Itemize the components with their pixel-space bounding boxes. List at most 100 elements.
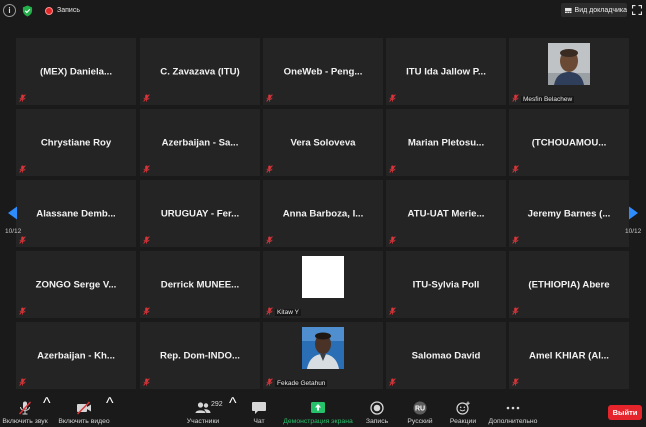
participant-name: Kitaw Y	[275, 309, 301, 316]
reactions-smiley-icon	[456, 401, 470, 415]
muted-mic-icon	[512, 307, 519, 315]
muted-mic-icon	[512, 236, 519, 244]
participant-name: Azerbaijan - Sa...	[161, 137, 239, 148]
language-interpretation-button[interactable]: RU Русский	[404, 395, 436, 427]
participant-name: URUGUAY - Fer...	[160, 208, 240, 219]
participant-name: ATU-UAT Merie...	[407, 208, 485, 219]
muted-mic-icon	[18, 401, 32, 415]
unmute-button[interactable]: Включить звук	[2, 395, 48, 427]
participant-name: Marian Pletosu...	[407, 137, 485, 148]
muted-mic-icon	[19, 236, 26, 244]
participant-tile[interactable]: Azerbaijan - Kh...	[16, 322, 136, 389]
muted-mic-icon	[266, 94, 273, 102]
participant-video-thumbnail	[302, 327, 344, 369]
view-button[interactable]: Вид докладчика	[561, 3, 627, 17]
share-screen-label: Демонстрация экрана	[283, 418, 353, 425]
participant-tile[interactable]: C. Zavazava (ITU)	[140, 38, 260, 105]
participant-tile[interactable]: Mesfin Belachew	[509, 38, 629, 105]
participant-tile[interactable]: Marian Pletosu...	[386, 109, 506, 176]
participant-tile[interactable]: ITU-Sylvia Poll	[386, 251, 506, 318]
participant-tile[interactable]: Fekade Getahun	[263, 322, 383, 389]
record-button[interactable]: Запись	[362, 395, 392, 427]
muted-mic-icon	[143, 307, 150, 315]
video-options-chevron-up-icon[interactable]: ^	[106, 395, 114, 427]
participant-tile[interactable]: Jeremy Barnes (...	[509, 180, 629, 247]
participant-tile[interactable]: Azerbaijan - Sa...	[140, 109, 260, 176]
participant-tile[interactable]: ITU Ida Jallow P...	[386, 38, 506, 105]
participant-tile[interactable]: Alassane Demb...	[16, 180, 136, 247]
participant-tile[interactable]: URUGUAY - Fer...	[140, 180, 260, 247]
participant-name: Derrick MUNEE...	[160, 279, 240, 290]
leave-meeting-button[interactable]: Выйти	[608, 405, 642, 420]
fullscreen-icon[interactable]	[632, 5, 642, 15]
muted-mic-icon	[389, 378, 396, 386]
recording-indicator[interactable]: Запись	[45, 6, 80, 15]
reactions-button[interactable]: Реакции	[448, 395, 478, 427]
speaker-view-icon	[565, 7, 572, 13]
participant-name: Fekade Getahun	[275, 380, 328, 387]
record-icon	[370, 401, 384, 415]
muted-mic-icon	[389, 94, 396, 102]
muted-mic-icon	[19, 94, 26, 102]
participant-name: Salomao David	[411, 350, 481, 361]
muted-mic-icon	[19, 307, 26, 315]
participant-tile[interactable]: Salomao David	[386, 322, 506, 389]
more-button[interactable]: Дополнительно	[489, 395, 537, 427]
participant-tile[interactable]: Kitaw Y	[263, 251, 383, 318]
top-bar: i Запись Вид докладчика	[0, 0, 646, 22]
participant-name: Anna Barboza, I...	[282, 208, 364, 219]
language-globe-icon: RU	[413, 401, 427, 415]
top-bar-left: i Запись	[3, 4, 80, 17]
muted-mic-icon	[389, 236, 396, 244]
participants-count: 292	[211, 401, 223, 408]
participant-tile[interactable]: Derrick MUNEE...	[140, 251, 260, 318]
view-label: Вид докладчика	[574, 6, 627, 14]
participant-tile[interactable]: ATU-UAT Merie...	[386, 180, 506, 247]
unmute-label: Включить звук	[2, 418, 48, 425]
page-indicator-right: 10/12	[625, 228, 642, 235]
participants-options-chevron-up-icon[interactable]: ^	[229, 395, 237, 427]
participant-name: Rep. Dom-INDO...	[160, 350, 240, 361]
participant-tile[interactable]: Vera Soloveva	[263, 109, 383, 176]
muted-mic-icon	[266, 307, 273, 315]
participant-tile[interactable]: OneWeb - Peng...	[263, 38, 383, 105]
participants-icon	[195, 402, 211, 413]
chat-button[interactable]: Чат	[245, 395, 273, 427]
shield-icon[interactable]	[22, 5, 33, 17]
participants-label: Участники	[186, 418, 220, 425]
participant-name: Azerbaijan - Kh...	[37, 350, 115, 361]
participant-tile[interactable]: ZONGO Serge V...	[16, 251, 136, 318]
muted-mic-icon	[143, 165, 150, 173]
participant-tile[interactable]: (TCHOUAMOU...	[509, 109, 629, 176]
participant-name: Vera Soloveva	[290, 137, 356, 148]
participants-button[interactable]: Участники	[185, 395, 221, 427]
more-dots-icon	[506, 406, 520, 410]
participant-tile[interactable]: (ETHIOPIA) Abere	[509, 251, 629, 318]
language-code: RU	[415, 406, 425, 413]
mic-options-chevron-up-icon[interactable]: ^	[43, 395, 51, 427]
chat-bubble-icon	[252, 402, 266, 414]
share-screen-button[interactable]: Демонстрация экрана	[283, 395, 353, 427]
muted-mic-icon	[266, 378, 273, 386]
muted-mic-icon	[512, 165, 519, 173]
previous-page-arrow-icon[interactable]	[7, 206, 18, 220]
participant-name: Jeremy Barnes (...	[527, 208, 611, 219]
share-screen-icon	[311, 402, 325, 413]
info-icon[interactable]: i	[3, 4, 16, 17]
participant-tile[interactable]: Amel KHIAR (Al...	[509, 322, 629, 389]
muted-mic-icon	[19, 165, 26, 173]
start-video-button[interactable]: Включить видео	[56, 395, 112, 427]
participant-tile[interactable]: Chrystiane Roy	[16, 109, 136, 176]
next-page-arrow-icon[interactable]	[628, 206, 639, 220]
participant-tile[interactable]: Anna Barboza, I...	[263, 180, 383, 247]
participant-name: (TCHOUAMOU...	[531, 137, 607, 148]
muted-mic-icon	[19, 378, 26, 386]
participant-name: ITU Ida Jallow P...	[406, 66, 486, 77]
participant-name: Chrystiane Roy	[40, 137, 112, 148]
video-off-icon	[76, 401, 91, 415]
participant-tile[interactable]: (MEX) Daniela...	[16, 38, 136, 105]
participant-name: Amel KHIAR (Al...	[529, 350, 609, 361]
language-label: Русский	[407, 418, 433, 425]
participant-tile[interactable]: Rep. Dom-INDO...	[140, 322, 260, 389]
participant-name: (ETHIOPIA) Abere	[528, 279, 610, 290]
